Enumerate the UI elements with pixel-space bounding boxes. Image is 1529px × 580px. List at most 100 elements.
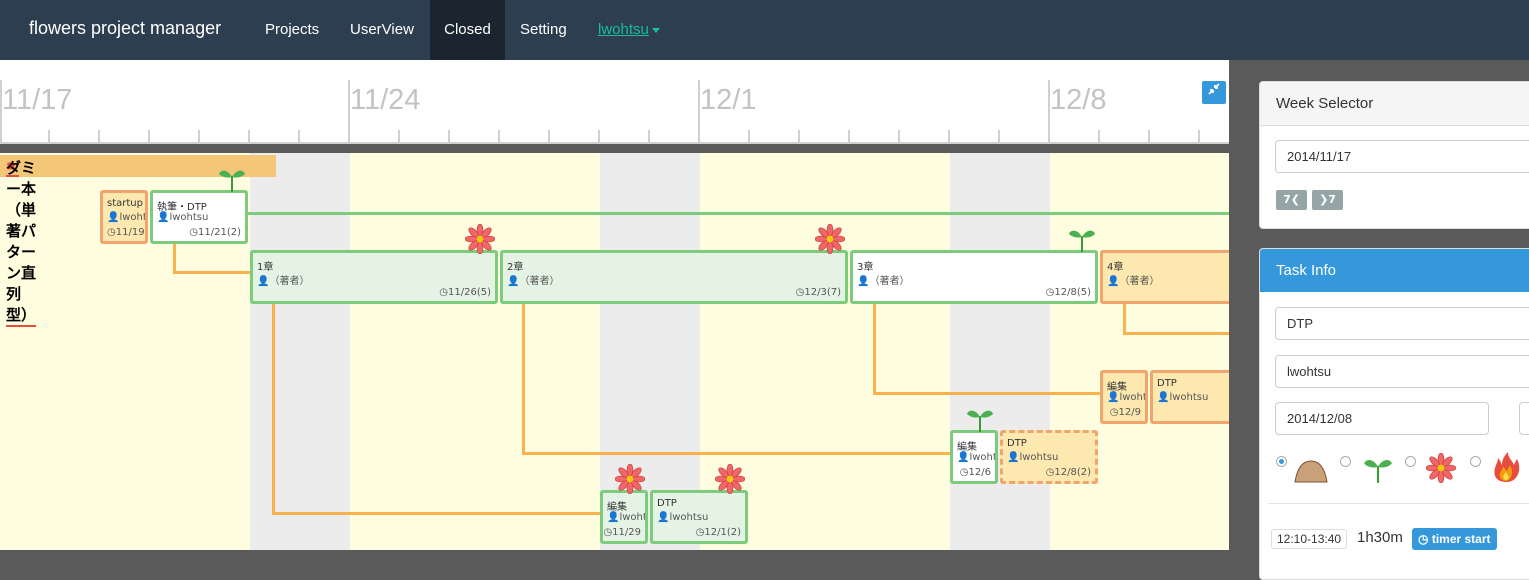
task-user: 👤（著者） bbox=[1107, 276, 1160, 287]
task-title: startup bbox=[107, 198, 143, 209]
nav-setting[interactable]: Setting bbox=[520, 0, 567, 60]
compress-arrows-icon[interactable] bbox=[1202, 81, 1226, 104]
task-card[interactable]: 編集 👤lwohts ◷12/6 bbox=[950, 430, 998, 484]
top-navbar: flowers project manager Projects UserVie… bbox=[0, 0, 1529, 60]
next-week-button[interactable]: ❯7 bbox=[1312, 190, 1343, 210]
flower-icon bbox=[714, 463, 746, 498]
gantt-timeline: 11/17 11/24 12/1 12/8 ☛ ダミー本（単著パターン直列型） … bbox=[0, 60, 1229, 550]
task-date: ◷11/19 bbox=[107, 227, 145, 238]
dependency-line bbox=[873, 392, 1102, 395]
task-date-input[interactable]: 2014/12/08 bbox=[1275, 402, 1489, 435]
day-tick bbox=[448, 130, 450, 142]
task-user: 👤lwohts bbox=[1107, 392, 1147, 403]
user-name: lwohtsu bbox=[598, 21, 649, 38]
task-user: 👤lwohts bbox=[607, 512, 647, 523]
clock-icon: ◷ bbox=[1109, 407, 1119, 418]
user-icon: 👤 bbox=[607, 512, 620, 523]
dependency-line bbox=[173, 244, 176, 272]
app-brand[interactable]: flowers project manager bbox=[29, 18, 221, 39]
dependency-line bbox=[272, 512, 602, 515]
task-title: DTP bbox=[1007, 438, 1027, 449]
clock-icon: ◷ bbox=[189, 227, 199, 238]
task-user: 👤（著者） bbox=[507, 276, 560, 287]
task-user: 👤lwohtsu bbox=[657, 512, 709, 523]
status-radio-flower[interactable] bbox=[1405, 456, 1416, 467]
time-range: 12:10-13:40 bbox=[1271, 529, 1348, 549]
sprout-icon bbox=[217, 166, 247, 196]
task-card[interactable]: DTP 👤lwohtsu ◷12/1(2) bbox=[650, 490, 748, 544]
task-date: ◷12/8(2) bbox=[1045, 467, 1091, 478]
clock-icon: ◷ bbox=[107, 227, 116, 238]
task-title: 編集 bbox=[607, 502, 627, 513]
day-tick bbox=[598, 130, 600, 142]
clock-icon: ◷ bbox=[439, 287, 449, 298]
nav-projects[interactable]: Projects bbox=[265, 0, 319, 60]
chevron-left-icon: ❮ bbox=[1290, 193, 1300, 206]
task-date: ◷12/8(5) bbox=[1045, 287, 1091, 298]
task-title: DTP bbox=[1157, 378, 1177, 389]
nav-userview[interactable]: UserView bbox=[350, 0, 414, 60]
prev-week-button[interactable]: 7❮ bbox=[1276, 190, 1307, 210]
day-tick bbox=[798, 130, 800, 142]
mound-icon bbox=[1294, 455, 1328, 487]
day-tick bbox=[398, 130, 400, 142]
user-menu[interactable]: lwohtsu bbox=[598, 0, 660, 60]
day-tick bbox=[98, 130, 100, 142]
user-icon: 👤 bbox=[257, 276, 270, 287]
task-name-input[interactable]: DTP bbox=[1275, 307, 1529, 340]
user-icon: 👤 bbox=[1107, 392, 1120, 403]
day-tick bbox=[248, 130, 250, 142]
task-card[interactable]: 編集 👤lwohts ◷11/29 bbox=[600, 490, 648, 544]
flower-icon bbox=[614, 463, 646, 498]
status-radio-sprout[interactable] bbox=[1340, 456, 1351, 467]
flower-icon bbox=[1425, 452, 1457, 487]
task-user: 👤lwohtsu bbox=[1007, 452, 1059, 463]
clock-icon: ◷ bbox=[959, 467, 969, 478]
day-tick bbox=[198, 130, 200, 142]
task-title: 執筆・DTP bbox=[157, 202, 207, 213]
task-user-input[interactable]: lwohtsu bbox=[1275, 355, 1529, 388]
dependency-line bbox=[272, 303, 275, 515]
panel-title: Week Selector bbox=[1260, 82, 1529, 126]
day-tick bbox=[298, 130, 300, 142]
user-icon: 👤 bbox=[957, 452, 970, 463]
task-card[interactable]: 2章 👤（著者） ◷12/3(7) bbox=[500, 250, 848, 304]
task-user: 👤（著者） bbox=[257, 276, 310, 287]
task-card[interactable]: DTP 👤lwohtsu ◷12/8(2) bbox=[1000, 430, 1098, 484]
timer-start-button[interactable]: ◷ timer start bbox=[1412, 528, 1497, 550]
task-card[interactable]: 3章 👤（著者） ◷12/8(5) bbox=[850, 250, 1098, 304]
task-title: 3章 bbox=[857, 262, 874, 273]
task-card[interactable]: 執筆・DTP 👤lwohtsu ◷11/21(2) bbox=[150, 190, 248, 244]
duration: 1h30m bbox=[1357, 529, 1403, 546]
status-radio-fire[interactable] bbox=[1470, 456, 1481, 467]
task-days-input[interactable] bbox=[1519, 402, 1529, 435]
task-card[interactable]: 4章 👤（著者） bbox=[1100, 250, 1229, 304]
dependency-line bbox=[246, 212, 1229, 215]
user-icon: 👤 bbox=[1107, 276, 1120, 287]
dependency-line bbox=[1123, 303, 1126, 334]
task-card[interactable]: 編集 👤lwohts ◷12/9 bbox=[1100, 370, 1148, 424]
task-title: DTP bbox=[657, 498, 677, 509]
task-date: ◷11/26(5) bbox=[439, 287, 491, 298]
day-tick bbox=[998, 130, 1000, 142]
task-card[interactable]: startup 👤lwohts ◷11/19 bbox=[100, 190, 148, 244]
task-user: 👤lwohts bbox=[107, 212, 147, 223]
task-date: ◷12/6 bbox=[959, 467, 991, 478]
week-date-input[interactable]: 2014/11/17 bbox=[1275, 140, 1529, 173]
day-tick bbox=[898, 130, 900, 142]
task-date: ◷11/21(2) bbox=[189, 227, 241, 238]
week-selector-panel: Week Selector 2014/11/17 7❮ ❯7 bbox=[1259, 81, 1529, 229]
task-title: 4章 bbox=[1107, 262, 1124, 273]
week-label: 11/24 bbox=[350, 84, 421, 116]
user-icon: 👤 bbox=[857, 276, 870, 287]
divider bbox=[1268, 503, 1529, 504]
clock-icon: ◷ bbox=[603, 527, 613, 538]
task-card[interactable]: DTP 👤lwohtsu bbox=[1150, 370, 1229, 424]
nav-closed[interactable]: Closed bbox=[430, 0, 505, 60]
status-radio-mound[interactable] bbox=[1276, 456, 1287, 467]
day-tick bbox=[648, 130, 650, 142]
day-tick bbox=[948, 130, 950, 142]
task-card[interactable]: 1章 👤（著者） ◷11/26(5) bbox=[250, 250, 498, 304]
user-icon: 👤 bbox=[1007, 452, 1020, 463]
chevron-down-icon bbox=[651, 27, 660, 33]
